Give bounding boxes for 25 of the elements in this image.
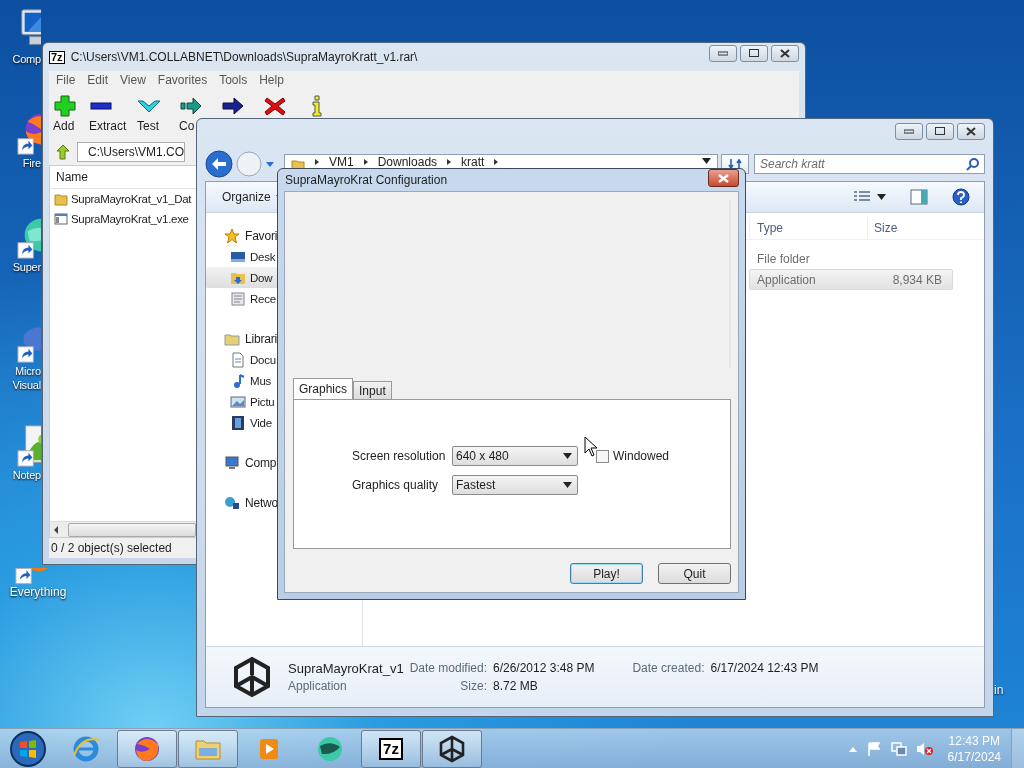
desktop-icon-label: Micro Visual — [11, 364, 41, 392]
detail-value: 8.72 MB — [493, 679, 539, 693]
window-title: SupraMayroKrat Configuration — [285, 173, 448, 187]
desktop-icon-label: Super — [11, 260, 41, 274]
status-text: 0 / 2 object(s) selected — [51, 541, 172, 555]
desktop-icon-label: Everything — [8, 585, 68, 599]
detail-label: Date created: — [632, 661, 705, 675]
desktop-icon-label: Comp — [11, 52, 41, 66]
detail-value: 6/26/2012 3:48 PM — [493, 661, 595, 675]
detail-label: Date modified: — [409, 661, 487, 675]
table-cell-text: Application — [756, 272, 817, 287]
desktop-icon-label: Notep — [11, 468, 41, 482]
app-logo: 7z — [379, 737, 403, 760]
file-type: Application — [288, 679, 348, 693]
window-title: C:\Users\VM1.COLLABNET\Downloads\SupraMayroKratt_v1.rar\ — [70, 50, 418, 64]
desktop-icon-label: Fire — [21, 156, 41, 170]
file-name: SupraMayroKrat_v1 — [288, 660, 404, 676]
app-logo: 7z — [49, 50, 65, 64]
setting-label: Screen resolution — [352, 449, 447, 463]
detail-value: 6/17/2024 12:43 PM — [710, 661, 819, 675]
table-cell-text: File folder — [756, 251, 811, 266]
detail-label: Size: — [459, 679, 487, 693]
desktop-icon-label: in — [994, 683, 1004, 697]
table-cell-text: 8,934 KB — [891, 272, 943, 287]
setting-label: Graphics quality — [352, 478, 440, 492]
